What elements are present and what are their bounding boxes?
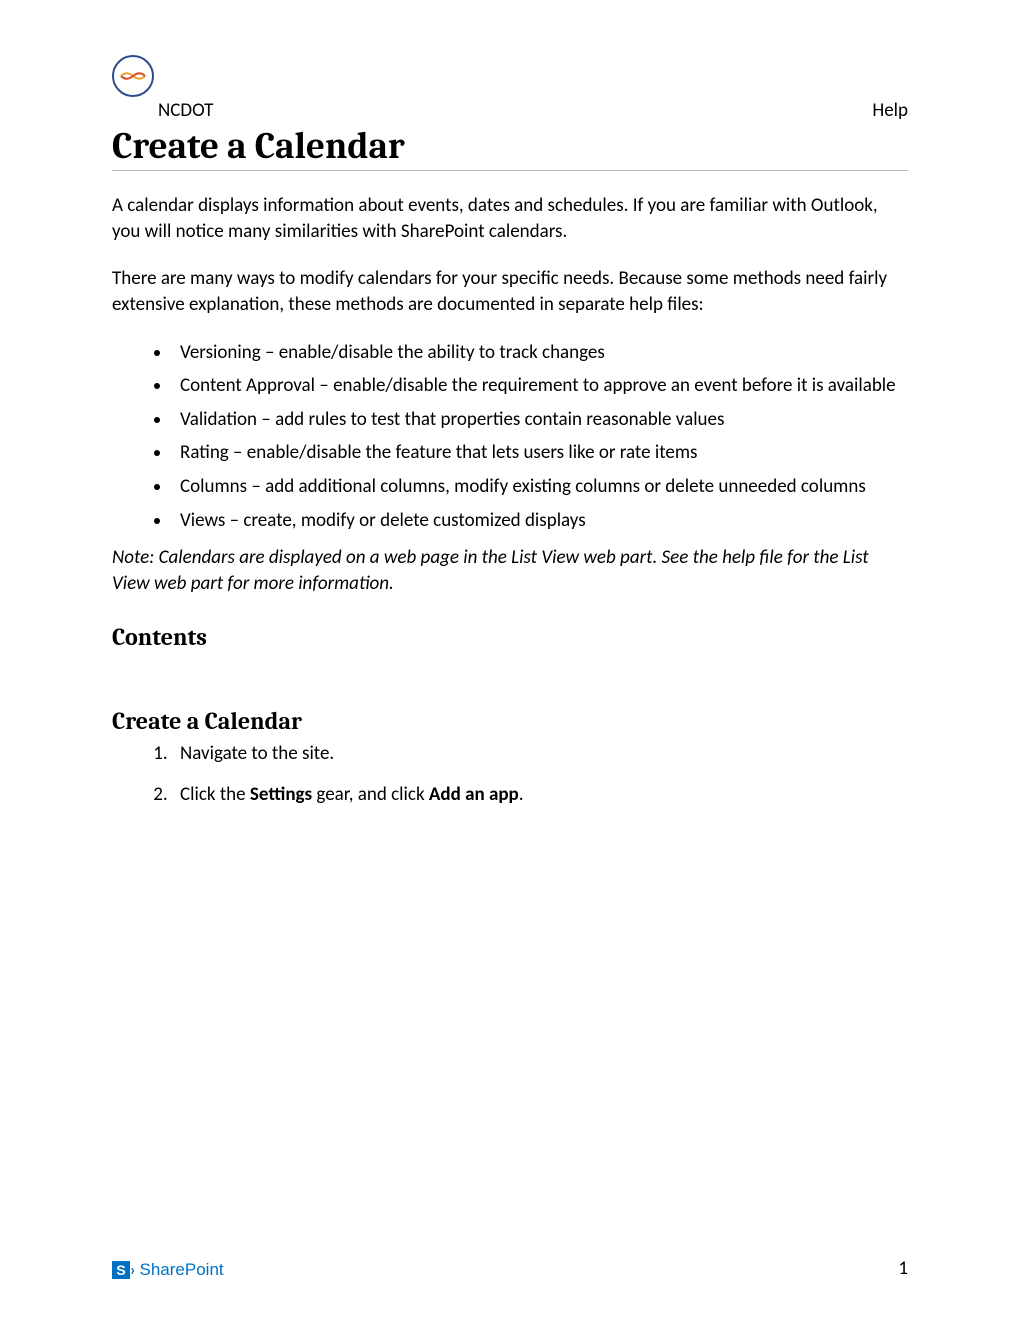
feature-list: Versioning – enable/disable the ability … [112, 340, 908, 534]
page-footer: S › SharePoint 1 [112, 1257, 908, 1280]
page-number: 1 [898, 1257, 908, 1280]
list-item: Validation – add rules to test that prop… [172, 407, 908, 433]
list-item: Versioning – enable/disable the ability … [172, 340, 908, 366]
list-item: Content Approval – enable/disable the re… [172, 373, 908, 399]
list-item: Columns – add additional columns, modify… [172, 474, 908, 500]
sharepoint-icon: S [112, 1261, 130, 1279]
section-heading: Create a Calendar [112, 707, 908, 735]
sharepoint-arrow-icon: › [130, 1261, 136, 1280]
org-name: NCDOT [158, 99, 213, 122]
help-label: Help [872, 99, 908, 122]
title-divider [112, 170, 908, 171]
contents-heading: Contents [112, 623, 908, 651]
intro-paragraph-1: A calendar displays information about ev… [112, 193, 908, 244]
page-title: Create a Calendar [112, 126, 908, 168]
step-item: Click the Settings gear, and click Add a… [172, 782, 908, 808]
list-item: Views – create, modify or delete customi… [172, 508, 908, 534]
document-header: NCDOT Help [112, 55, 908, 122]
ncdot-logo-icon [112, 55, 154, 97]
sharepoint-text: SharePoint [140, 1260, 224, 1280]
step-item: Navigate to the site. [172, 741, 908, 767]
steps-list: Navigate to the site. Click the Settings… [112, 741, 908, 808]
intro-paragraph-2: There are many ways to modify calendars … [112, 266, 908, 317]
list-item: Rating – enable/disable the feature that… [172, 440, 908, 466]
note-paragraph: Note: Calendars are displayed on a web p… [112, 545, 908, 596]
sharepoint-logo: S › SharePoint [112, 1260, 224, 1280]
